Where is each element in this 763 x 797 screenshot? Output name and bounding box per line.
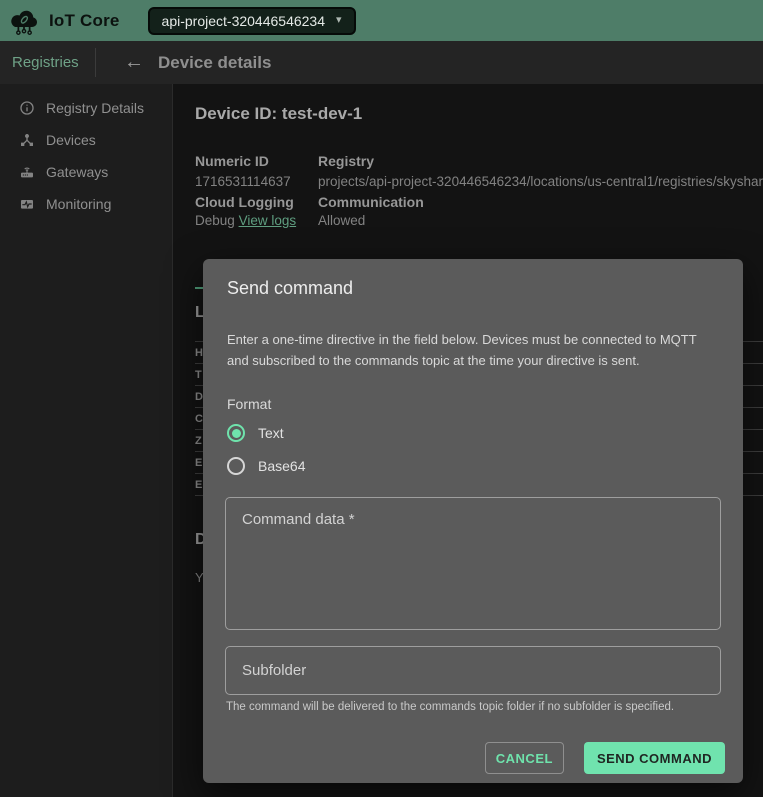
communication-label: Communication (318, 194, 424, 210)
device-hub-icon (18, 132, 35, 149)
registry-label: Registry (318, 153, 374, 169)
project-selector-value: api-project-320446546234 (162, 13, 325, 29)
format-option-base64[interactable]: Base64 (227, 457, 305, 475)
sidebar-item-monitoring[interactable]: Monitoring (0, 188, 172, 220)
sidebar-item-label: Monitoring (46, 196, 111, 212)
monitoring-chart-icon (18, 196, 35, 213)
subfolder-helper-text: The command will be delivered to the com… (226, 701, 674, 713)
view-logs-link[interactable]: View logs (239, 213, 297, 228)
registry-value: projects/api-project-320446546234/locati… (318, 174, 763, 189)
sidebar: Registry Details Devices Gateways (0, 84, 173, 797)
sidebar-item-label: Devices (46, 132, 96, 148)
communication-value: Allowed (318, 213, 365, 228)
send-command-button[interactable]: SEND COMMAND (584, 742, 725, 774)
app-bar: IoT Core api-project-320446546234 ▾ (0, 0, 763, 41)
toolbar-divider (95, 48, 96, 77)
format-option-label: Base64 (258, 458, 305, 474)
numeric-id-label: Numeric ID (195, 153, 269, 169)
sidebar-item-gateways[interactable]: Gateways (0, 156, 172, 188)
product-title: IoT Core (49, 11, 120, 31)
dialog-actions: CANCEL SEND COMMAND (485, 742, 725, 774)
sidebar-item-label: Registry Details (46, 100, 144, 116)
radio-selected-icon[interactable] (227, 424, 245, 442)
cloud-logging-value: Debug View logs (195, 213, 296, 228)
radio-unselected-icon[interactable] (227, 457, 245, 475)
sidebar-item-label: Gateways (46, 164, 108, 180)
breadcrumb-registries[interactable]: Registries (12, 54, 79, 71)
chevron-down-icon: ▾ (336, 15, 342, 26)
subfolder-input[interactable] (225, 646, 721, 695)
project-selector[interactable]: api-project-320446546234 ▾ (148, 7, 356, 35)
dialog-description: Enter a one-time directive in the field … (227, 329, 719, 371)
device-id-heading: Device ID: test-dev-1 (195, 104, 362, 124)
format-label: Format (227, 396, 271, 412)
sidebar-item-registry-details[interactable]: Registry Details (0, 92, 172, 124)
numeric-id-value: 1716531114637 (195, 174, 291, 189)
page-title: Device details (158, 41, 271, 84)
cloud-logging-label: Cloud Logging (195, 194, 294, 210)
format-option-text[interactable]: Text (227, 424, 284, 442)
dialog-title: Send command (227, 278, 353, 299)
router-icon (18, 164, 35, 181)
cancel-button[interactable]: CANCEL (485, 742, 564, 774)
command-data-textarea[interactable] (225, 497, 721, 630)
send-command-dialog: Send command Enter a one-time directive … (203, 259, 743, 783)
info-icon (18, 100, 35, 117)
iot-core-logo-icon (8, 5, 40, 37)
sidebar-item-devices[interactable]: Devices (0, 124, 172, 156)
format-option-label: Text (258, 425, 284, 441)
back-arrow-icon[interactable]: ← (124, 41, 144, 84)
toolbar: Registries ← Device details (0, 41, 763, 84)
